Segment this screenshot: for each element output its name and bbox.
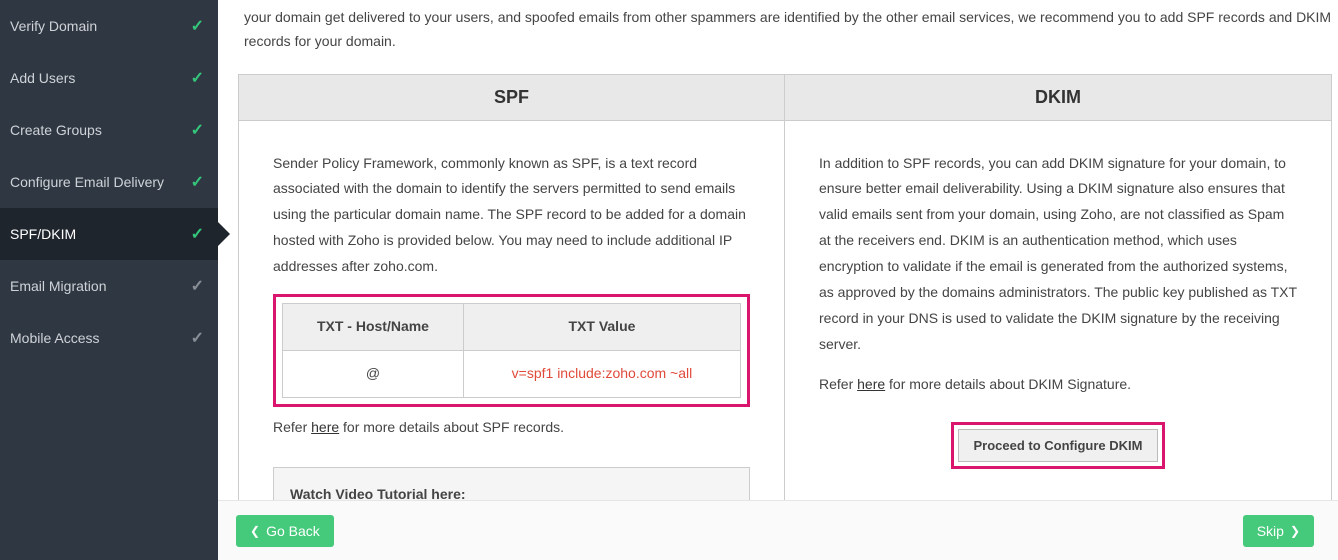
go-back-label: Go Back (266, 523, 320, 539)
dkim-body: In addition to SPF records, you can add … (785, 121, 1331, 491)
spf-refer: Refer here for more details about SPF re… (273, 415, 750, 441)
check-icon: ✓ (191, 16, 204, 36)
spf-refer-link[interactable]: here (311, 419, 339, 435)
dkim-refer-link[interactable]: here (857, 376, 885, 392)
dkim-header: DKIM (785, 75, 1331, 121)
skip-label: Skip (1257, 523, 1284, 539)
sidebar-item-mobile-access[interactable]: Mobile Access ✓ (0, 312, 218, 364)
sidebar-item-create-groups[interactable]: Create Groups ✓ (0, 104, 218, 156)
chevron-left-icon: ❮ (250, 524, 260, 538)
dkim-button-highlight: Proceed to Configure DKIM (951, 422, 1164, 469)
dkim-description: In addition to SPF records, you can add … (819, 151, 1297, 358)
sidebar-item-email-migration[interactable]: Email Migration ✓ (0, 260, 218, 312)
dkim-column: DKIM In addition to SPF records, you can… (785, 75, 1331, 500)
check-icon: ✓ (191, 172, 204, 192)
check-icon: ✓ (191, 224, 204, 244)
sidebar-item-label: Add Users (10, 70, 75, 86)
txt-value-header: TXT Value (463, 304, 740, 351)
video-tutorial-box: Watch Video Tutorial here: (273, 467, 750, 500)
dkim-refer: Refer here for more details about DKIM S… (819, 372, 1297, 398)
check-icon: ✓ (191, 328, 204, 348)
spf-description: Sender Policy Framework, commonly known … (273, 151, 750, 280)
sidebar-item-label: Verify Domain (10, 18, 97, 34)
main-content: your domain get delivered to your users,… (218, 0, 1338, 500)
spf-header: SPF (239, 75, 784, 121)
sidebar-item-label: Mobile Access (10, 330, 99, 346)
check-icon: ✓ (191, 276, 204, 296)
check-icon: ✓ (191, 68, 204, 88)
spf-txt-table: TXT - Host/Name TXT Value @ v=spf1 inclu… (282, 303, 741, 398)
check-icon: ✓ (191, 120, 204, 140)
sidebar-item-verify-domain[interactable]: Verify Domain ✓ (0, 0, 218, 52)
go-back-button[interactable]: ❮ Go Back (236, 515, 334, 547)
spf-column: SPF Sender Policy Framework, commonly kn… (239, 75, 785, 500)
sidebar-item-add-users[interactable]: Add Users ✓ (0, 52, 218, 104)
txt-host-value: @ (283, 350, 464, 397)
chevron-right-icon: ❯ (1290, 524, 1300, 538)
sidebar-item-label: Email Migration (10, 278, 106, 294)
sidebar-item-label: SPF/DKIM (10, 226, 76, 242)
footer-bar: ❮ Go Back Skip ❯ (218, 500, 1338, 560)
spf-body: Sender Policy Framework, commonly known … (239, 121, 784, 500)
proceed-configure-dkim-button[interactable]: Proceed to Configure DKIM (958, 429, 1157, 462)
skip-button[interactable]: Skip ❯ (1243, 515, 1314, 547)
spf-dkim-panel: SPF Sender Policy Framework, commonly kn… (238, 74, 1332, 500)
sidebar-item-label: Create Groups (10, 122, 102, 138)
intro-text: your domain get delivered to your users,… (238, 0, 1338, 74)
sidebar: Verify Domain ✓ Add Users ✓ Create Group… (0, 0, 218, 560)
sidebar-item-spf-dkim[interactable]: SPF/DKIM ✓ (0, 208, 218, 260)
txt-value-value: v=spf1 include:zoho.com ~all (463, 350, 740, 397)
sidebar-item-configure-email-delivery[interactable]: Configure Email Delivery ✓ (0, 156, 218, 208)
sidebar-item-label: Configure Email Delivery (10, 174, 164, 190)
spf-txt-table-highlight: TXT - Host/Name TXT Value @ v=spf1 inclu… (273, 294, 750, 407)
txt-host-header: TXT - Host/Name (283, 304, 464, 351)
